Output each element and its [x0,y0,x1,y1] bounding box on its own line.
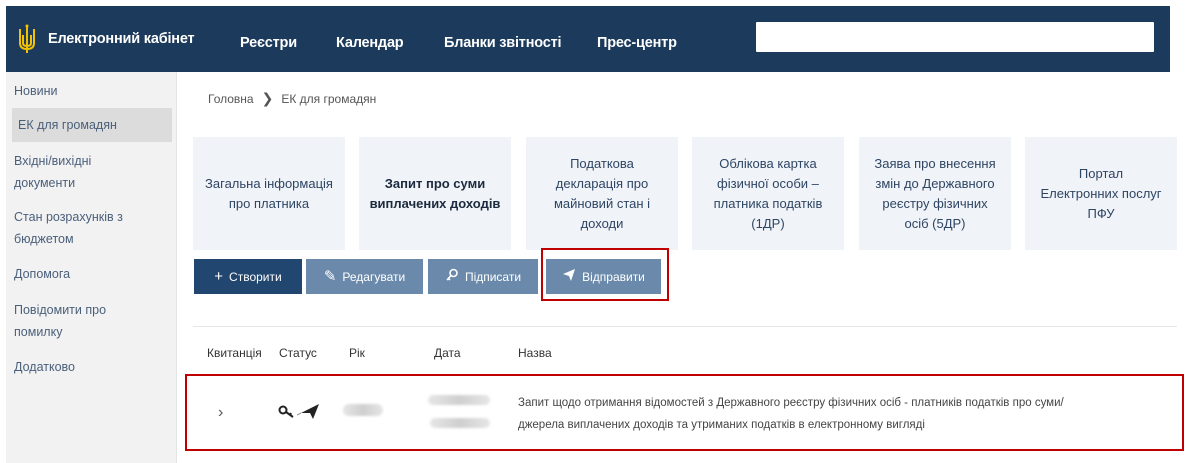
search-input[interactable] [756,22,1154,52]
send-button[interactable]: Відправити [546,259,661,294]
tile-line: ПФУ [1087,205,1115,221]
tile-line: Заява про внесення [874,155,996,171]
sidebar-item-budget-line1[interactable]: Стан розрахунків з [6,206,176,228]
tile-line: Податкова [570,155,634,171]
tile-line: платника податків [713,195,823,211]
row-name-line: джерела виплачених доходів та утриманих … [518,419,925,431]
sign-button[interactable]: Підписати [428,259,538,294]
sidebar-item-documents-line1[interactable]: Вхідні/вихідні [6,150,176,172]
column-header-name[interactable]: Назва [518,346,552,360]
send-button-label: Відправити [582,269,645,284]
sidebar: Новини ЕК для громадян Вхідні/вихідні до… [6,72,177,463]
send-icon [562,268,576,285]
tile-line: реєстру фізичних [882,195,988,211]
sign-button-label: Підписати [464,269,522,284]
sidebar-item-documents-line2[interactable]: документи [6,172,176,194]
tile-line: змін до Державного [875,175,995,191]
row-name-line: Запит щодо отримання відомостей з Держав… [518,397,1064,409]
blurred-date [428,395,490,405]
tile-line: декларація про [555,175,649,191]
blurred-date [430,418,490,428]
tile-1dr-card[interactable]: Облікова картка фізичної особи – платника … [692,137,844,250]
tile-income-request[interactable]: Запит про суми виплачених доходів [359,137,511,250]
tile-line: доходи [580,215,624,231]
trident-logo-icon[interactable] [16,22,38,56]
tile-line: фізичної особи – [717,175,819,191]
nav-report-forms[interactable]: Бланки звітності [444,35,562,51]
nav-press-center[interactable]: Прес-центр [597,35,677,51]
key-icon [445,268,459,285]
blurred-year [343,404,383,416]
breadcrumb-home[interactable]: Головна [208,92,254,106]
brand-title[interactable]: Електронний кабінет [48,31,195,47]
tile-5dr-application[interactable]: Заява про внесення змін до Державного реєс… [859,137,1011,250]
chevron-right-icon[interactable]: › [218,404,223,422]
create-button[interactable]: + Створити [194,259,302,294]
tile-line: майновий стан і [553,195,651,211]
plus-icon: + [214,268,224,285]
column-header-receipt[interactable]: Квитанція [207,346,262,360]
tile-line: виплачених доходів [369,195,501,211]
tile-property-declaration[interactable]: Податкова декларація про майновий стан і до… [526,137,678,250]
nav-calendar[interactable]: Календар [336,35,404,51]
sidebar-item-news[interactable]: Новини [6,80,176,102]
chevron-right-icon: ❯ [261,90,274,106]
tile-line: (1ДР) [751,215,785,231]
breadcrumb: Головна ❯ ЕК для громадян [208,90,376,107]
signed-key-icon [277,401,323,426]
edit-button-label: Редагувати [342,269,406,284]
sidebar-item-budget-line2[interactable]: бюджетом [6,228,176,250]
sidebar-item-help[interactable]: Допомога [6,263,176,285]
row-document-name: Запит щодо отримання відомостей з Держав… [518,392,1158,436]
tile-pfu-portal[interactable]: Портал Електронних послуг ПФУ [1025,137,1177,250]
nav-registries[interactable]: Реєстри [240,35,297,51]
create-button-label: Створити [229,269,282,284]
sidebar-item-ek-citizens[interactable]: ЕК для громадян [12,108,172,142]
breadcrumb-current: ЕК для громадян [281,91,377,106]
column-header-status[interactable]: Статус [279,346,317,360]
tile-line: Облікова картка [719,155,817,171]
tile-line: Запит про суми [384,175,486,191]
column-header-year[interactable]: Рік [349,346,365,360]
tile-line: про платника [228,195,310,211]
divider [193,326,1177,327]
pencil-icon: ✎ [323,268,337,285]
tile-line: Портал [1078,165,1124,181]
edit-button[interactable]: ✎ Редагувати [306,259,423,294]
column-header-date[interactable]: Дата [434,346,461,360]
tile-line: Електронних послуг [1040,185,1162,201]
tile-line: осіб (5ДР) [904,215,966,231]
tile-general-info[interactable]: Загальна інформація про платника [193,137,345,250]
sidebar-item-report-error-line2[interactable]: помилку [6,321,176,343]
sidebar-item-report-error-line1[interactable]: Повідомити про [6,299,176,321]
tile-line: Загальна інформація [205,175,333,191]
sidebar-item-additional[interactable]: Додатково [6,356,176,378]
